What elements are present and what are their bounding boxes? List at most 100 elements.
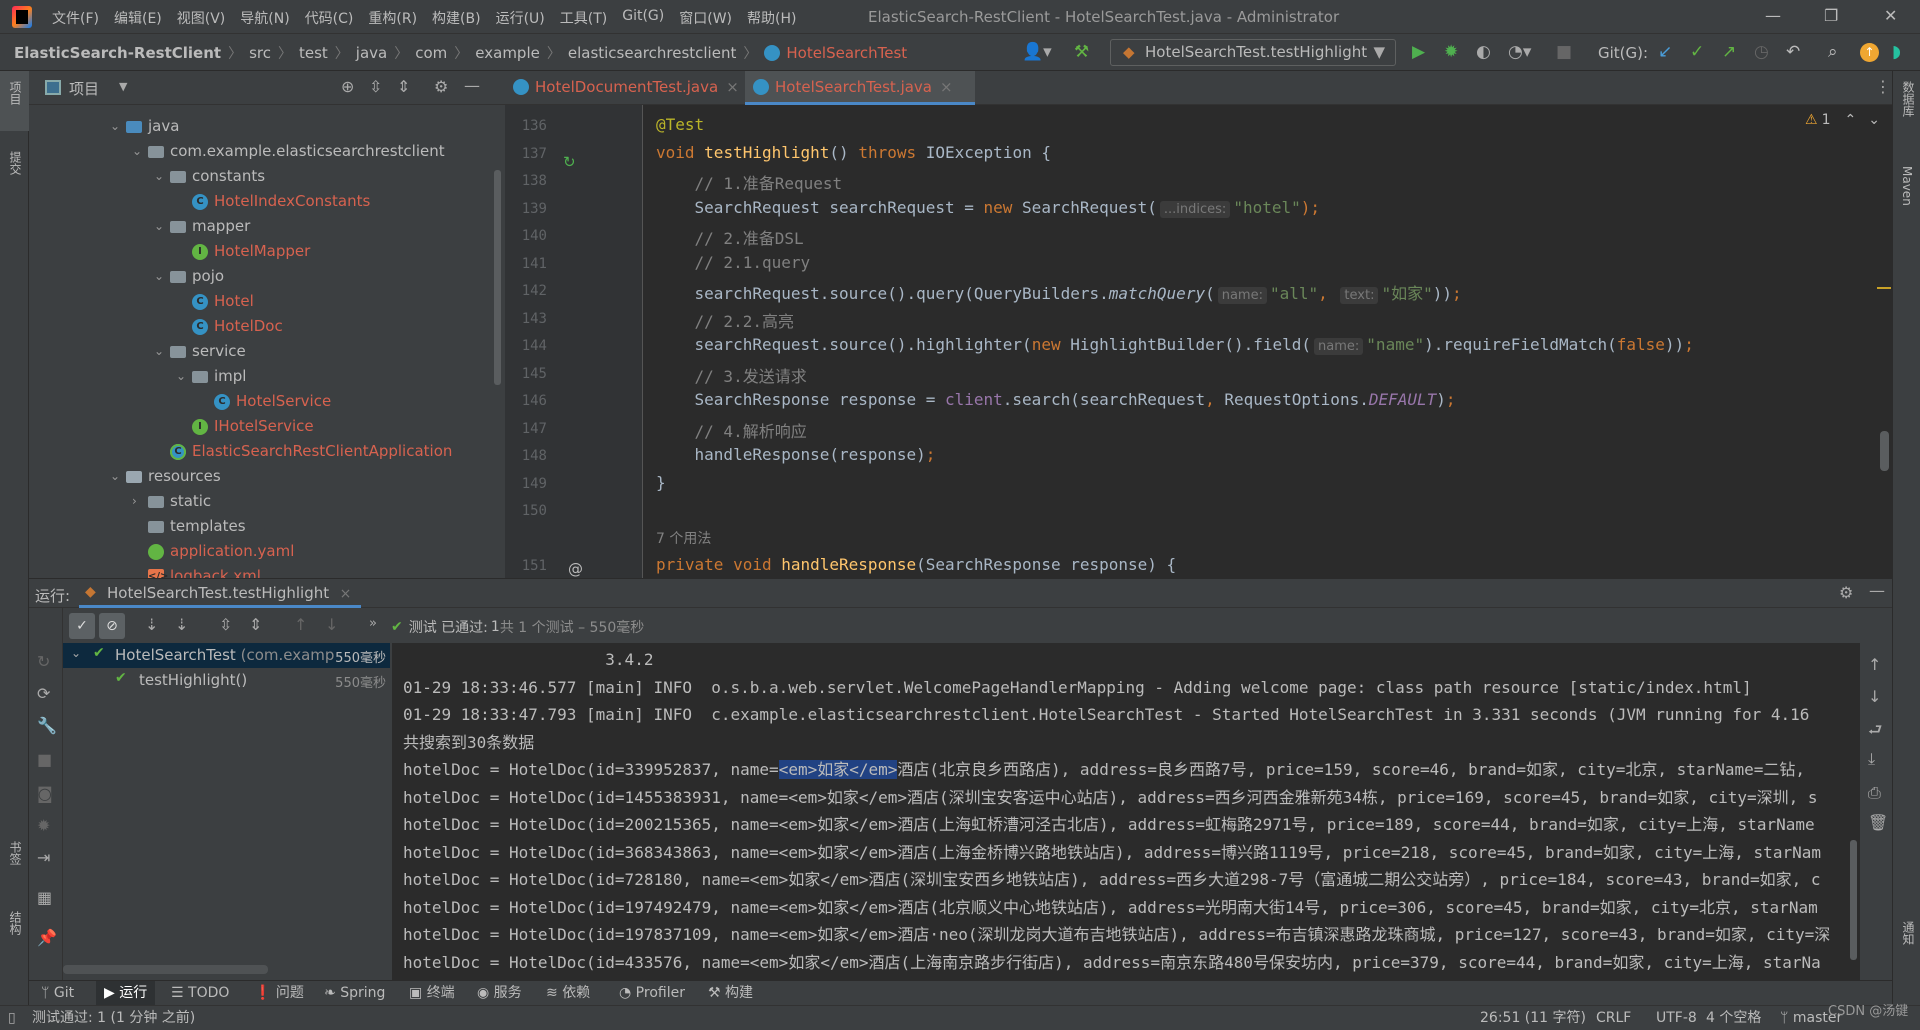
tree-item[interactable]: C HotelIndexConstants <box>29 189 499 214</box>
menu-code[interactable]: 代码(C) <box>305 8 354 28</box>
update-icon[interactable]: ↑ <box>1860 43 1879 62</box>
debug-icon[interactable]: ✹ <box>37 816 50 835</box>
sort-duration-icon[interactable]: ⇣ <box>175 615 188 634</box>
run-tab[interactable]: ◆ HotelSearchTest.testHighlight × <box>79 579 362 608</box>
tab-hotel-document-test[interactable]: HotelDocumentTest.java × <box>505 71 743 105</box>
chevron-down-icon[interactable]: ▼ <box>119 80 127 93</box>
tool-tab-dependencies[interactable]: ≋ 依赖 <box>546 981 590 1006</box>
debug-icon[interactable]: ✹ <box>1444 42 1458 62</box>
layout-icon[interactable]: ▦ <box>37 888 52 907</box>
trash-icon[interactable]: 🗑 <box>1868 813 1888 832</box>
tool-tab-todo[interactable]: ☰ TODO <box>171 981 229 1006</box>
down-arrow-icon[interactable]: ↓ <box>1868 687 1881 706</box>
tab-hotel-search-test[interactable]: HotelSearchTest.java × <box>745 71 975 105</box>
chevron-down-icon[interactable]: ⌄ <box>154 214 168 239</box>
breadcrumb-test[interactable]: test <box>299 44 328 62</box>
prev-highlight-icon[interactable]: ⌃ <box>1844 112 1856 128</box>
inspection-widget[interactable]: ⚠ 1 ⌃ ⌄ <box>1805 112 1880 128</box>
toolbox-icon[interactable]: ◗ <box>1892 42 1901 62</box>
tool-maven[interactable]: Maven <box>1900 166 1914 206</box>
locate-icon[interactable]: ⊕ <box>341 77 354 96</box>
tree-item[interactable]: ⌄ service <box>29 339 499 364</box>
up-arrow-icon[interactable]: ↑ <box>1868 655 1881 674</box>
minimize-button[interactable]: — <box>1765 6 1781 25</box>
breadcrumb-project[interactable]: ElasticSearch-RestClient <box>14 44 221 62</box>
tree-item[interactable]: ⌄ com.example.elasticsearchrestclient <box>29 139 499 164</box>
print-icon[interactable]: ⎙ <box>1868 783 1881 803</box>
file-encoding[interactable]: UTF-8 <box>1656 1006 1697 1030</box>
menu-navigate[interactable]: 导航(N) <box>240 8 289 28</box>
expand-all-icon[interactable]: ⇳ <box>219 615 232 634</box>
chevron-down-icon[interactable]: ⌄ <box>132 139 146 164</box>
more-icon[interactable]: » <box>369 616 377 631</box>
tree-item[interactable]: ⌄ mapper <box>29 214 499 239</box>
collapse-all-icon[interactable]: ⇕ <box>249 615 262 634</box>
git-update-icon[interactable]: ↙ <box>1658 42 1672 62</box>
tree-item[interactable]: I HotelMapper <box>29 239 499 264</box>
caret-position[interactable]: 26:51 (11 字符) <box>1480 1006 1586 1030</box>
tool-tab-build[interactable]: ⚒ 构建 <box>708 981 753 1006</box>
menu-git[interactable]: Git(G) <box>622 8 664 28</box>
panel-toggle-icon[interactable]: ▯ <box>8 1006 16 1030</box>
exit-icon[interactable]: ⇥ <box>37 848 50 867</box>
menu-tools[interactable]: 工具(T) <box>560 8 607 28</box>
restore-button[interactable]: ❐ <box>1824 6 1838 25</box>
console-output[interactable]: 3.4.2 01-29 18:33:46.577 [main] INFO o.s.… <box>392 643 1860 980</box>
menu-run[interactable]: 运行(U) <box>496 8 545 28</box>
close-tab-icon[interactable]: × <box>340 586 352 602</box>
git-push-icon[interactable]: ↗ <box>1722 42 1736 62</box>
indent-setting[interactable]: 4 个空格 <box>1706 1006 1761 1030</box>
hide-icon[interactable]: — <box>464 76 480 95</box>
breadcrumb-com[interactable]: com <box>415 44 447 62</box>
tree-item[interactable]: ⌄ pojo <box>29 264 499 289</box>
sort-alpha-icon[interactable]: ⇣ <box>145 615 158 634</box>
tree-item[interactable]: ⌄ resources <box>29 464 499 489</box>
chevron-down-icon[interactable]: ⌄ <box>176 364 190 389</box>
tree-item[interactable]: templates <box>29 514 499 539</box>
tree-item[interactable]: I IHotelService <box>29 414 499 439</box>
menu-edit[interactable]: 编辑(E) <box>114 8 162 28</box>
run-configuration-select[interactable]: ◆ HotelSearchTest.testHighlight ▼ <box>1110 39 1396 66</box>
menu-file[interactable]: 文件(F) <box>52 8 99 28</box>
search-icon[interactable]: ⌕ <box>1828 42 1838 62</box>
tree-item[interactable]: ⌄ impl <box>29 364 499 389</box>
tree-item[interactable]: </> logback.xml <box>29 564 499 578</box>
next-failed-icon[interactable]: ↓ <box>325 615 338 634</box>
tool-notifications[interactable]: 通知 <box>1900 921 1917 945</box>
stop-icon[interactable]: ■ <box>1556 42 1572 62</box>
run-icon[interactable]: ▶ <box>1412 42 1425 62</box>
chevron-down-icon[interactable]: ⌄ <box>154 264 168 289</box>
hide-icon[interactable]: — <box>1869 581 1885 600</box>
camera-icon[interactable]: ◙ <box>37 784 53 803</box>
git-commit-icon[interactable]: ✓ <box>1690 42 1704 62</box>
tree-item[interactable]: C ElasticSearchRestClientApplication <box>29 439 499 464</box>
show-ignored-toggle[interactable]: ⊘ <box>99 613 125 639</box>
gear-icon[interactable]: ⚙ <box>1839 583 1853 602</box>
soft-wrap-icon[interactable]: ⮐ <box>1868 719 1882 746</box>
rollback-icon[interactable]: ↶ <box>1786 42 1800 62</box>
breadcrumb-class[interactable]: HotelSearchTest <box>786 44 907 62</box>
tool-tab-git[interactable]: ᛘ Git <box>41 981 74 1006</box>
tree-item[interactable]: › static <box>29 489 499 514</box>
coverage-icon[interactable]: ◐ <box>1476 42 1491 62</box>
collapse-all-icon[interactable]: ⇕ <box>397 77 410 96</box>
show-passed-toggle[interactable]: ✓ <box>69 613 95 639</box>
editor-scrollbar[interactable] <box>1880 431 1889 471</box>
pin-icon[interactable]: 📌 <box>37 928 57 947</box>
tool-commit[interactable]: 提交 <box>7 151 24 175</box>
tool-tab-spring[interactable]: ❧ Spring <box>324 981 385 1006</box>
tool-tab-run[interactable]: ▶ 运行 <box>96 981 156 1006</box>
project-scrollbar[interactable] <box>494 170 501 385</box>
tool-structure[interactable]: 结构 <box>7 911 24 935</box>
warning-marker[interactable] <box>1877 287 1891 289</box>
project-title[interactable]: 项目 <box>69 78 99 99</box>
test-tree-row-class[interactable]: ⌄ ✔ HotelSearchTest (com.examp 550毫秒 <box>63 643 390 668</box>
breadcrumb-example[interactable]: example <box>475 44 540 62</box>
close-window-button[interactable]: ✕ <box>1884 6 1897 25</box>
breadcrumb-package[interactable]: elasticsearchrestclient <box>568 44 737 62</box>
chevron-right-icon[interactable]: › <box>132 489 146 514</box>
test-tree-scrollbar[interactable] <box>63 965 268 974</box>
breadcrumb-java[interactable]: java <box>356 44 387 62</box>
menu-refactor[interactable]: 重构(R) <box>368 8 417 28</box>
tool-tab-services[interactable]: ◉ 服务 <box>477 981 522 1006</box>
